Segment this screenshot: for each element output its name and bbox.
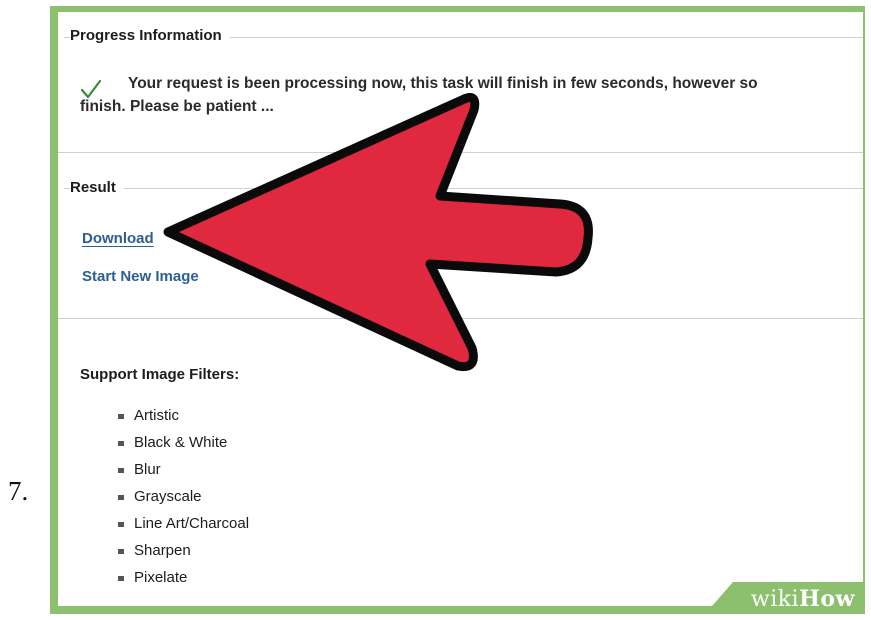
list-item: Black & White bbox=[118, 429, 249, 456]
content-panel: Progress Information Your request is bee… bbox=[58, 12, 863, 606]
progress-legend: Progress Information bbox=[70, 27, 230, 44]
list-item: Line Art/Charcoal bbox=[118, 510, 249, 537]
watermark-wiki: wiki bbox=[750, 587, 800, 612]
download-link[interactable]: Download bbox=[82, 230, 154, 247]
filters-title: Support Image Filters: bbox=[80, 366, 240, 383]
list-item: Grayscale bbox=[118, 483, 249, 510]
progress-message-line2: finish. Please be patient ... bbox=[80, 98, 274, 115]
filters-list: Artistic Black & White Blur Grayscale Li… bbox=[118, 402, 249, 591]
list-item: Sharpen bbox=[118, 537, 249, 564]
result-top-rule bbox=[64, 188, 863, 189]
watermark-how: How bbox=[799, 586, 855, 612]
progress-bottom-rule bbox=[58, 152, 863, 153]
result-legend: Result bbox=[70, 179, 124, 196]
screenshot-frame: Progress Information Your request is bee… bbox=[50, 6, 865, 614]
step-number: 7. bbox=[8, 476, 29, 506]
progress-message: Your request is been processing now, thi… bbox=[80, 72, 863, 118]
list-item: Blur bbox=[118, 456, 249, 483]
progress-message-line1: Your request is been processing now, thi… bbox=[128, 75, 758, 92]
result-bottom-rule bbox=[58, 318, 863, 319]
list-item: Artistic bbox=[118, 402, 249, 429]
start-new-image-link[interactable]: Start New Image bbox=[82, 268, 199, 285]
wikihow-watermark: wikiHow bbox=[751, 586, 855, 612]
list-item: Pixelate bbox=[118, 564, 249, 591]
